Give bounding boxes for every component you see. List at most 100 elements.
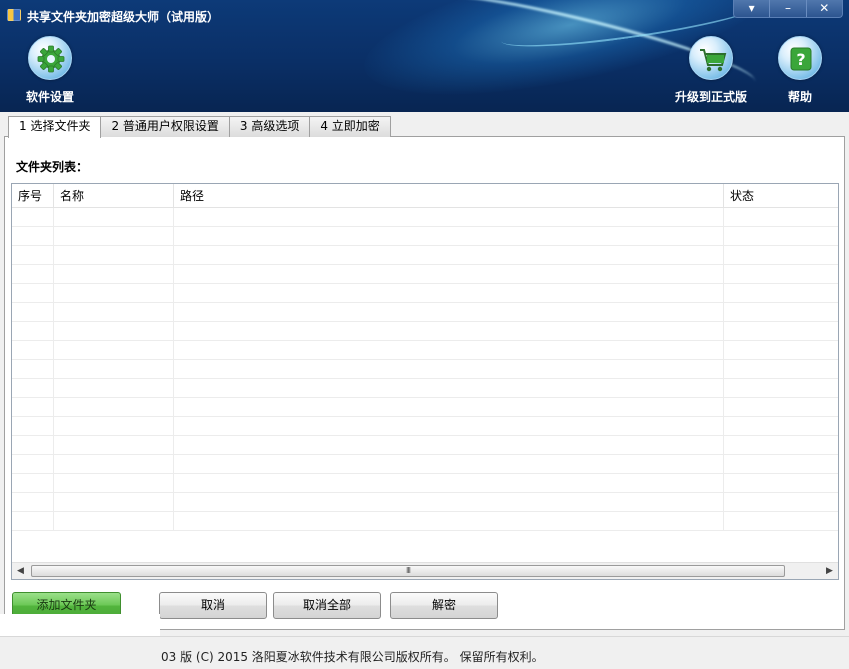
table-cell bbox=[174, 227, 724, 246]
table-cell bbox=[54, 436, 174, 455]
window-title: 共享文件夹加密超级大师（试用版） bbox=[27, 10, 220, 24]
table-cell bbox=[12, 303, 54, 322]
table-cell bbox=[12, 322, 54, 341]
table-cell bbox=[174, 455, 724, 474]
table-cell bbox=[174, 265, 724, 284]
table-row[interactable] bbox=[12, 379, 838, 398]
cart-icon bbox=[700, 49, 727, 72]
table-cell bbox=[12, 474, 54, 493]
table-cell bbox=[12, 341, 54, 360]
table-cell bbox=[54, 379, 174, 398]
upgrade-icon-circle bbox=[689, 36, 733, 80]
table-cell bbox=[12, 379, 54, 398]
column-header-name[interactable]: 名称 bbox=[54, 184, 174, 208]
table-row[interactable] bbox=[12, 284, 838, 303]
tab-encrypt-now[interactable]: 4 立即加密 bbox=[309, 116, 391, 137]
table-cell bbox=[724, 360, 838, 379]
settings-icon-circle bbox=[28, 36, 72, 80]
table-row[interactable] bbox=[12, 436, 838, 455]
column-header-index[interactable]: 序号 bbox=[12, 184, 54, 208]
table-cell bbox=[174, 512, 724, 531]
table-cell bbox=[724, 303, 838, 322]
upgrade-label: 升级到正式版 bbox=[674, 90, 747, 104]
folder-list-table[interactable]: 序号 名称 路径 状态 ◀ III ▶ bbox=[11, 183, 839, 580]
tab-user-permissions[interactable]: 2 普通用户权限设置 bbox=[100, 116, 230, 137]
table-row[interactable] bbox=[12, 227, 838, 246]
column-header-status[interactable]: 状态 bbox=[724, 184, 838, 208]
table-cell bbox=[12, 493, 54, 512]
table-cell bbox=[724, 227, 838, 246]
decrypt-button[interactable]: 解密 bbox=[390, 592, 498, 619]
table-cell bbox=[54, 208, 174, 227]
table-cell bbox=[54, 512, 174, 531]
table-cell bbox=[174, 360, 724, 379]
table-cell bbox=[12, 417, 54, 436]
cancel-button[interactable]: 取消 bbox=[159, 592, 267, 619]
scroll-thumb[interactable]: III bbox=[31, 565, 785, 577]
table-row[interactable] bbox=[12, 246, 838, 265]
table-body bbox=[12, 208, 838, 547]
table-cell bbox=[724, 322, 838, 341]
table-cell bbox=[174, 208, 724, 227]
table-row[interactable] bbox=[12, 398, 838, 417]
tab-strip: 1 选择文件夹 2 普通用户权限设置 3 高级选项 4 立即加密 bbox=[8, 116, 391, 138]
table-cell bbox=[174, 284, 724, 303]
table-cell bbox=[54, 284, 174, 303]
column-header-path[interactable]: 路径 bbox=[174, 184, 724, 208]
table-cell bbox=[724, 512, 838, 531]
table-cell bbox=[174, 303, 724, 322]
table-cell bbox=[174, 398, 724, 417]
upgrade-tool[interactable]: 升级到正式版 bbox=[666, 36, 756, 105]
table-cell bbox=[54, 227, 174, 246]
horizontal-scrollbar[interactable]: ◀ III ▶ bbox=[12, 562, 838, 579]
table-row[interactable] bbox=[12, 455, 838, 474]
table-header: 序号 名称 路径 状态 bbox=[12, 184, 838, 208]
table-cell bbox=[12, 360, 54, 379]
table-row[interactable] bbox=[12, 512, 838, 531]
table-row[interactable] bbox=[12, 360, 838, 379]
settings-label: 软件设置 bbox=[25, 90, 74, 104]
help-icon-circle: ? bbox=[778, 36, 822, 80]
table-row[interactable] bbox=[12, 493, 838, 512]
table-cell bbox=[174, 322, 724, 341]
table-cell bbox=[174, 417, 724, 436]
table-cell bbox=[12, 246, 54, 265]
table-cell bbox=[54, 322, 174, 341]
table-row[interactable] bbox=[12, 474, 838, 493]
table-row[interactable] bbox=[12, 265, 838, 284]
menu-dropdown-button[interactable]: ▾ bbox=[734, 0, 769, 17]
table-cell bbox=[54, 303, 174, 322]
copyright-text: 03 版 (C) 2015 洛阳夏冰软件技术有限公司版权所有。 保留所有权利。 bbox=[161, 650, 544, 664]
tab-advanced-options[interactable]: 3 高级选项 bbox=[228, 116, 311, 137]
table-row[interactable] bbox=[12, 208, 838, 227]
table-cell bbox=[12, 265, 54, 284]
settings-tool[interactable]: 软件设置 bbox=[5, 36, 95, 105]
table-cell bbox=[12, 284, 54, 303]
minimize-button[interactable]: – bbox=[769, 0, 805, 17]
table-row[interactable] bbox=[12, 417, 838, 436]
app-icon bbox=[7, 9, 21, 21]
table-cell bbox=[174, 246, 724, 265]
help-label: 帮助 bbox=[787, 90, 812, 104]
tab-select-folder[interactable]: 1 选择文件夹 bbox=[8, 116, 102, 138]
table-cell bbox=[12, 455, 54, 474]
folder-list-label: 文件夹列表： bbox=[16, 160, 89, 174]
help-tool[interactable]: ? 帮助 bbox=[755, 36, 845, 105]
table-cell bbox=[54, 493, 174, 512]
table-row[interactable] bbox=[12, 322, 838, 341]
status-bar: 03 版 (C) 2015 洛阳夏冰软件技术有限公司版权所有。 保留所有权利。 bbox=[0, 636, 849, 669]
table-cell bbox=[724, 455, 838, 474]
title-bar[interactable]: 共享文件夹加密超级大师（试用版） ▾ – ✕ bbox=[0, 0, 849, 30]
scroll-right-icon[interactable]: ▶ bbox=[821, 563, 838, 579]
table-cell bbox=[724, 398, 838, 417]
table-cell bbox=[724, 474, 838, 493]
table-cell bbox=[54, 246, 174, 265]
table-row[interactable] bbox=[12, 303, 838, 322]
close-button[interactable]: ✕ bbox=[805, 0, 842, 17]
scroll-left-icon[interactable]: ◀ bbox=[12, 563, 29, 579]
table-row[interactable] bbox=[12, 341, 838, 360]
table-cell bbox=[12, 398, 54, 417]
table-cell bbox=[724, 208, 838, 227]
cancel-all-button[interactable]: 取消全部 bbox=[273, 592, 381, 619]
table-cell bbox=[174, 436, 724, 455]
